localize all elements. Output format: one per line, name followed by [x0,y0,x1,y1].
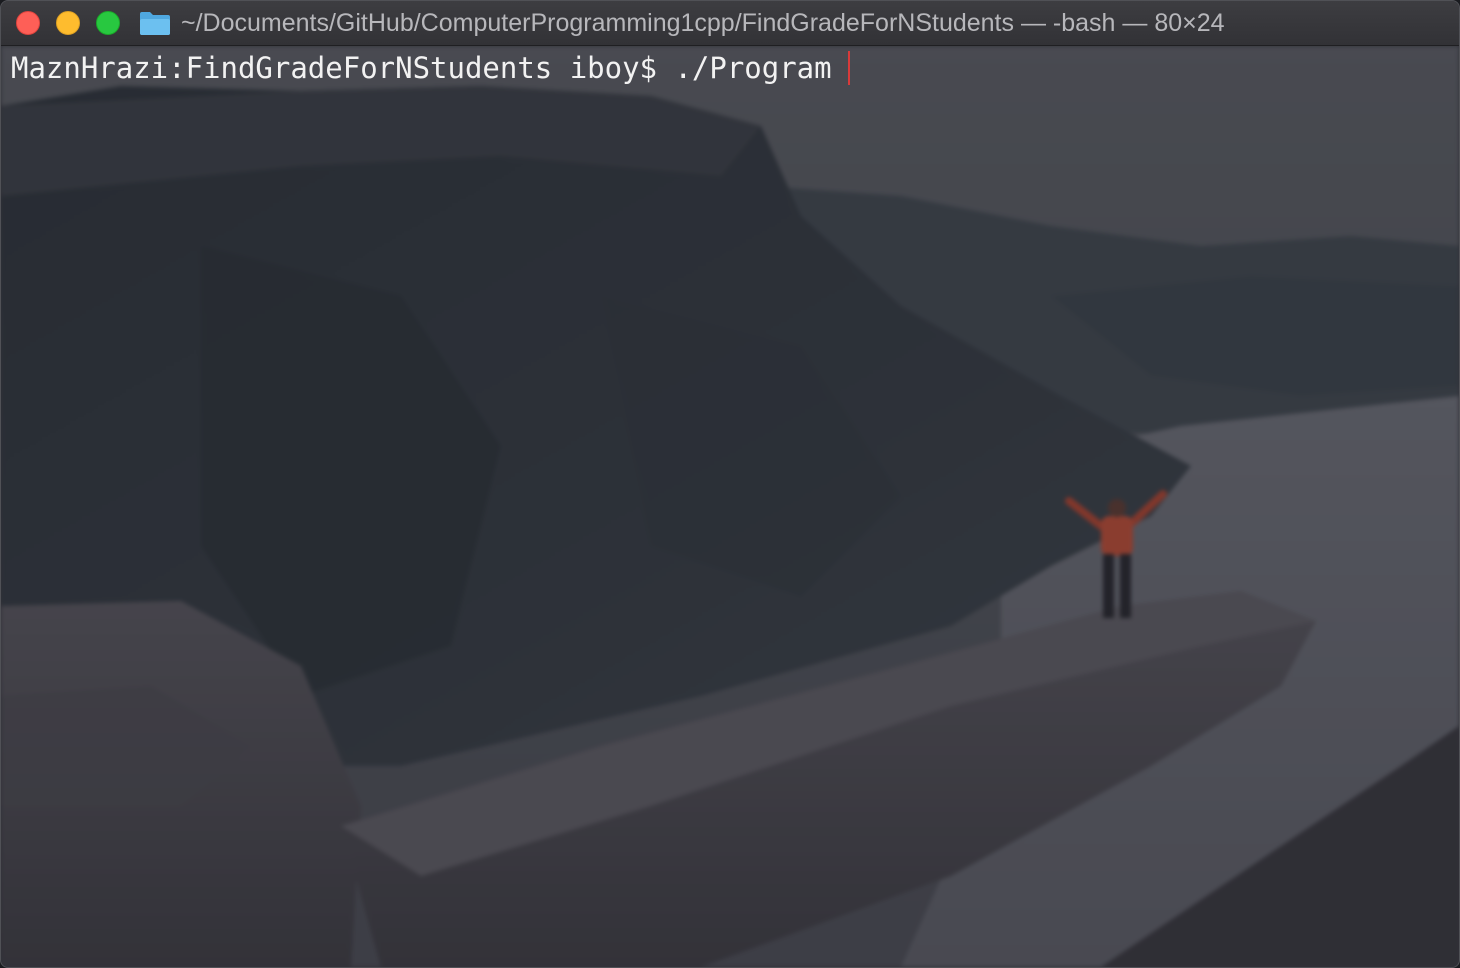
terminal-window: ~/Documents/GitHub/ComputerProgramming1c… [0,0,1460,968]
terminal-content[interactable]: MaznHrazi:FindGradeForNStudents iboy$ ./… [1,46,1459,967]
background-dim-overlay [1,46,1459,967]
text-cursor [847,51,850,85]
folder-icon[interactable] [139,10,171,36]
shell-prompt: MaznHrazi:FindGradeForNStudents iboy$ [11,51,675,85]
window-title: ~/Documents/GitHub/ComputerProgramming1c… [181,8,1225,37]
zoom-button[interactable] [96,11,120,35]
typed-command: ./Program [674,51,832,85]
window-title-area: ~/Documents/GitHub/ComputerProgramming1c… [139,1,1225,45]
minimize-button[interactable] [56,11,80,35]
terminal-output[interactable]: MaznHrazi:FindGradeForNStudents iboy$ ./… [11,51,850,85]
close-button[interactable] [16,11,40,35]
title-bar[interactable]: ~/Documents/GitHub/ComputerProgramming1c… [1,1,1459,46]
